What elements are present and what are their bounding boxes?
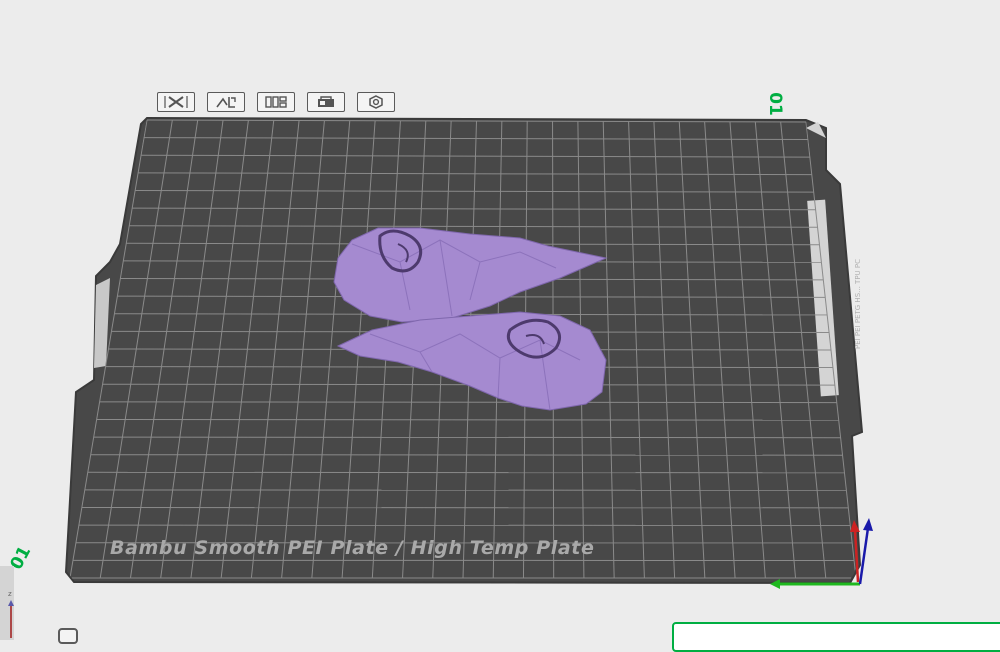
arrange-icon xyxy=(263,95,289,109)
mini-axis-icon: z xyxy=(4,588,18,640)
grid-line-horizontal xyxy=(94,437,841,438)
camera-view-button[interactable] xyxy=(58,628,78,644)
arrange-button[interactable] xyxy=(257,92,295,112)
svg-text:z: z xyxy=(8,590,12,598)
plate-settings-button[interactable] xyxy=(357,92,395,112)
plate-side-tag: PEI PEI PETG HS... TPU PC xyxy=(854,234,862,374)
close-plate-button[interactable] xyxy=(157,92,195,112)
close-plate-icon xyxy=(163,95,189,109)
plate-number: 01 xyxy=(765,89,785,119)
grid-line-horizontal xyxy=(97,419,839,420)
bottom-info-panel[interactable] xyxy=(672,622,1000,652)
plate-type-label: Bambu Smooth PEI Plate / High Temp Plate xyxy=(110,537,594,559)
3d-viewport[interactable]: 01 Bambu Smooth PEI Plate / High Temp Pl… xyxy=(0,0,1000,640)
auto-orient-button[interactable] xyxy=(207,92,245,112)
plate-toolbar xyxy=(157,92,395,112)
lock-plate-icon xyxy=(313,95,339,109)
grid-line-horizontal xyxy=(91,455,843,456)
lock-plate-button[interactable] xyxy=(307,92,345,112)
axis-z-line xyxy=(860,528,868,584)
axis-z-arrow xyxy=(863,518,873,531)
auto-orient-icon xyxy=(213,95,239,109)
plate-settings-icon xyxy=(363,95,389,109)
